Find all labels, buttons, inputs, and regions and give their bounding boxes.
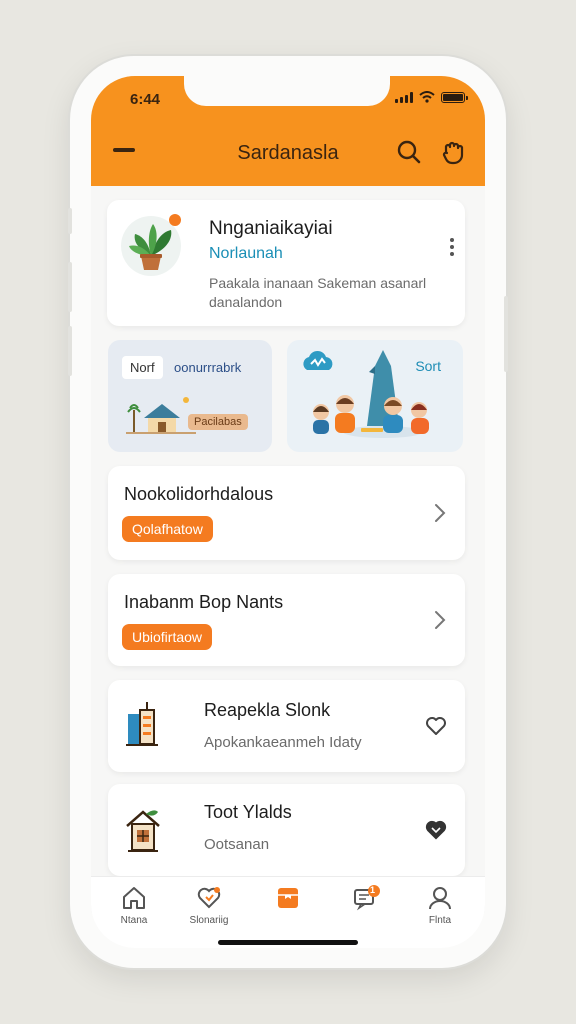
tab-box[interactable] (253, 885, 323, 915)
mute-switch (68, 208, 72, 234)
list-item[interactable]: Toot Ylalds Ootsanan (108, 784, 465, 876)
volume-down-button (68, 326, 72, 376)
promo-banner-left[interactable]: Norf oonurrrabrk Pacilabas (108, 340, 272, 452)
tab-messages[interactable]: 1 (331, 885, 401, 915)
app-screen: 6:44 Sardanasla Nnganiaikayiai Norlaunah… (91, 76, 485, 948)
profile-description: Paakala inanaan Sakeman asanarl danaland… (209, 275, 427, 310)
more-vertical-icon[interactable] (447, 238, 457, 262)
message-icon (354, 885, 380, 911)
volume-up-button (68, 262, 72, 312)
page-title: Sardanasla (237, 142, 339, 164)
chevron-right-icon[interactable] (433, 609, 447, 631)
wifi-icon (419, 91, 435, 103)
status-time: 6:44 (130, 91, 161, 108)
chevron-right-icon[interactable] (433, 502, 447, 524)
list-item[interactable]: Inabanm Bop Nants Ubiofirtaow (108, 574, 465, 666)
tab-label: Flnta (428, 915, 452, 926)
status-icons (395, 91, 468, 103)
banner-chip: Norf (122, 356, 163, 379)
notification-dot (169, 214, 181, 226)
battery-icon (441, 91, 468, 103)
home-icon (123, 887, 145, 909)
item-title: Toot Ylalds (204, 802, 292, 822)
signal-icon (395, 91, 413, 103)
app-header: Sardanasla (91, 128, 485, 174)
tab-favorites[interactable]: Slonariig (174, 885, 244, 926)
bottom-tab-bar: Ntana Slonariig 1 Flnta (91, 877, 485, 948)
tab-label: Slonariig (189, 915, 229, 926)
heart-tag-icon (197, 887, 221, 909)
item-subtitle: Ootsanan (204, 836, 270, 853)
heart-icon[interactable] (425, 716, 447, 736)
promo-banner-right[interactable]: Sort (287, 340, 463, 452)
profile-card[interactable]: Nnganiaikayiai Norlaunah Paakala inanaan… (107, 200, 465, 326)
list-item-title: Nookolidorhdalous (124, 484, 274, 504)
house-illustration-icon (126, 397, 196, 434)
search-icon[interactable] (395, 138, 423, 166)
building-icon (126, 702, 158, 746)
list-item-pill[interactable]: Ubiofirtaow (122, 624, 213, 650)
house-icon (126, 810, 160, 852)
list-item-pill[interactable]: Qolafhatow (122, 516, 213, 542)
message-badge: 1 (370, 885, 376, 895)
heart-icon[interactable] (425, 820, 447, 840)
banner-pill: Pacilabas (188, 414, 248, 430)
notch (184, 76, 390, 106)
banner-text: oonurrrabrk (174, 360, 242, 375)
box-icon (278, 888, 298, 908)
list-item[interactable]: Nookolidorhdalous Qolafhatow (108, 466, 465, 560)
power-button (504, 296, 508, 372)
tab-profile[interactable]: Flnta (405, 885, 475, 926)
hand-icon[interactable] (439, 138, 467, 166)
list-item[interactable]: Reapekla Slonk Apokankaeanmeh Idaty (108, 680, 465, 772)
item-subtitle: Apokankaeanmeh Idaty (204, 734, 362, 751)
tab-home[interactable]: Ntana (99, 885, 169, 926)
item-title: Reapekla Slonk (204, 700, 331, 720)
profile-name: Nnganiaikayiai (209, 218, 333, 239)
home-indicator[interactable] (218, 940, 358, 945)
list-item-title: Inabanm Bop Nants (124, 592, 284, 612)
tab-label: Ntana (120, 915, 148, 926)
profile-subtitle[interactable]: Norlaunah (209, 245, 283, 263)
user-icon (429, 887, 451, 910)
people-illustration-icon (313, 350, 429, 438)
